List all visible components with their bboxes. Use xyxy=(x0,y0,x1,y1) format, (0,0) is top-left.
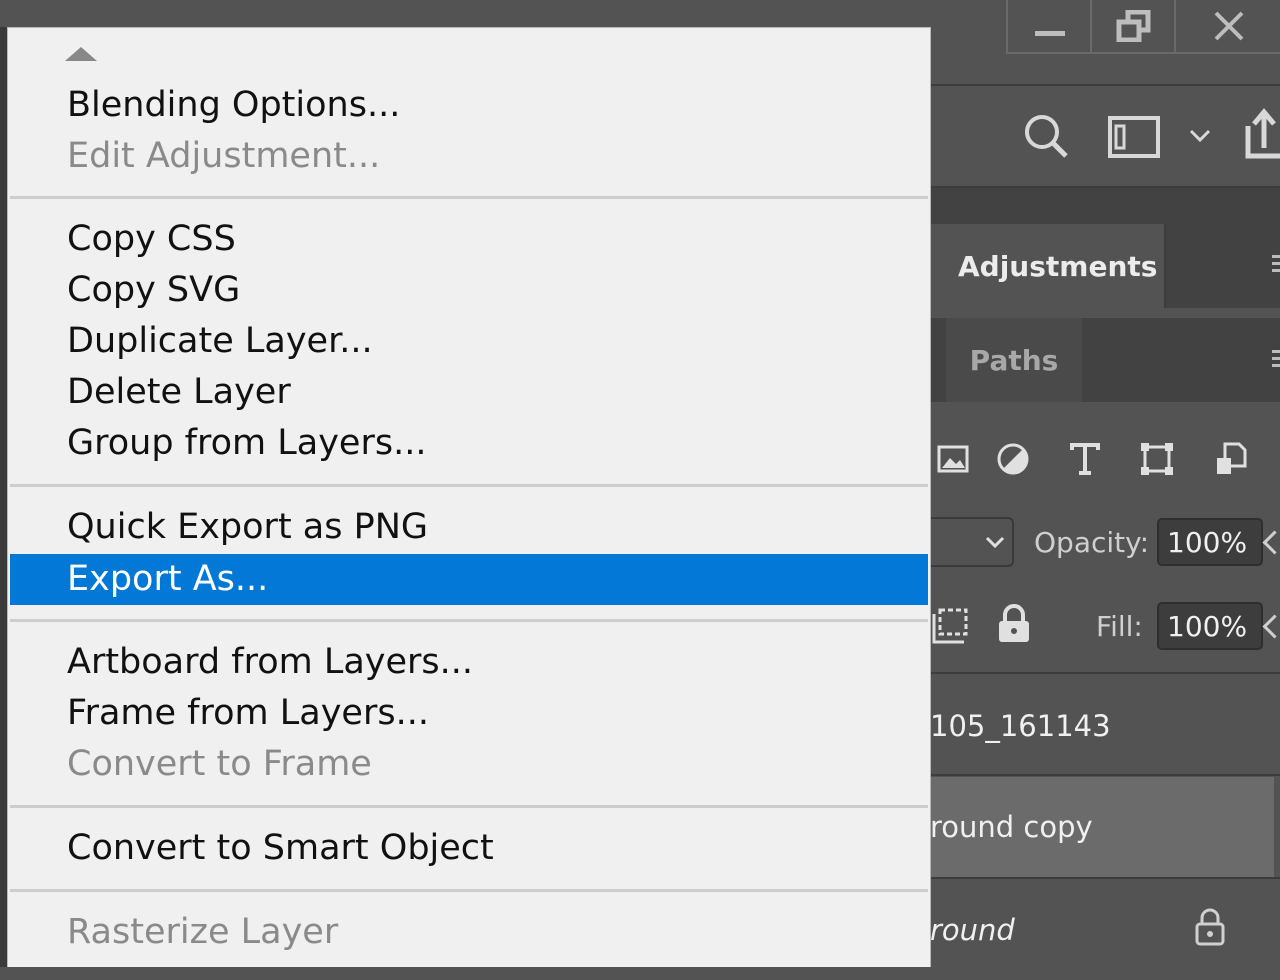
layer-row-selected[interactable]: round copy xyxy=(930,777,1274,877)
opacity-label: Opacity: xyxy=(1034,526,1150,559)
layer-lock-icon xyxy=(1195,908,1225,946)
layer-name: round xyxy=(930,913,1015,947)
layer-row[interactable]: 105_161143 xyxy=(930,676,1280,776)
chevron-down-icon xyxy=(985,536,1005,549)
scroll-up-arrow-icon[interactable] xyxy=(65,47,97,61)
type-filter-icon xyxy=(1070,443,1100,475)
menu-separator xyxy=(10,196,928,199)
close-window-button[interactable] xyxy=(1174,0,1280,54)
opacity-input[interactable]: 100% xyxy=(1157,518,1263,566)
divider xyxy=(930,877,1280,879)
layer-row[interactable]: round xyxy=(930,880,1280,980)
smart-object-filter-button[interactable] xyxy=(1208,436,1254,482)
menu-item-rasterize-layer: Rasterize Layer xyxy=(67,912,339,952)
menu-item-duplicate-layer[interactable]: Duplicate Layer... xyxy=(10,316,928,367)
options-bar xyxy=(930,86,1280,188)
adjustment-filter-button[interactable] xyxy=(990,436,1036,482)
menu-item-frame-from-layers[interactable]: Frame from Layers... xyxy=(10,688,928,739)
tab-bar-spacer xyxy=(1164,224,1280,308)
layer-context-menu: Blending Options... Edit Adjustment... C… xyxy=(7,27,931,967)
minimize-icon xyxy=(1035,30,1065,36)
tab-paths[interactable]: Paths xyxy=(946,318,1082,402)
workspace-icon[interactable] xyxy=(1108,116,1160,158)
menu-item-quick-export-png[interactable]: Quick Export as PNG xyxy=(10,502,928,553)
menu-item-edit-adjustment: Edit Adjustment... xyxy=(67,136,381,176)
layer-name: 105_161143 xyxy=(930,709,1111,743)
lock-artboard-icon[interactable] xyxy=(932,606,972,646)
restore-button[interactable] xyxy=(1090,0,1176,54)
menu-item-artboard-from-layers[interactable]: Artboard from Layers... xyxy=(10,637,928,688)
shape-filter-icon xyxy=(1141,443,1173,475)
layer-name: round copy xyxy=(930,810,1093,844)
fill-label: Fill: xyxy=(1096,610,1143,643)
menu-item-group-from-layers[interactable]: Group from Layers... xyxy=(10,418,928,469)
restore-icon xyxy=(1116,10,1151,42)
menu-item-convert-to-smart-object[interactable]: Convert to Smart Object xyxy=(10,823,928,874)
type-filter-button[interactable] xyxy=(1062,436,1108,482)
fill-input[interactable]: 100% xyxy=(1157,602,1263,650)
menu-item-convert-to-frame: Convert to Frame xyxy=(67,744,372,784)
search-icon[interactable] xyxy=(1022,112,1070,160)
panel-menu-icon[interactable] xyxy=(1272,255,1280,276)
smart-object-filter-icon xyxy=(1217,442,1247,474)
panel-menu-icon[interactable] xyxy=(1272,350,1280,371)
menu-item-blending-options[interactable]: Blending Options... xyxy=(10,80,928,131)
image-filter-icon xyxy=(937,445,969,473)
tab-adjustments[interactable]: Adjustments xyxy=(930,224,1164,308)
menu-item-copy-css[interactable]: Copy CSS xyxy=(10,214,928,265)
divider xyxy=(930,774,1280,776)
divider xyxy=(930,672,1280,674)
shape-filter-button[interactable] xyxy=(1134,436,1180,482)
chevron-down-icon[interactable] xyxy=(1188,128,1212,144)
image-filter-button[interactable] xyxy=(930,436,976,482)
canvas-edge xyxy=(0,27,7,967)
lock-icon[interactable] xyxy=(996,604,1032,644)
adjustment-filter-icon xyxy=(997,443,1029,475)
menu-item-copy-svg[interactable]: Copy SVG xyxy=(10,265,928,316)
menu-separator xyxy=(10,889,928,892)
menu-separator xyxy=(10,805,928,808)
share-icon[interactable] xyxy=(1244,108,1280,160)
menu-item-export-as[interactable]: Export As... xyxy=(10,554,928,605)
panel-strip xyxy=(930,188,1280,224)
menu-item-delete-layer[interactable]: Delete Layer xyxy=(10,367,928,418)
menu-separator xyxy=(10,484,928,487)
close-icon xyxy=(1214,11,1244,41)
minimize-button[interactable] xyxy=(1006,0,1092,54)
menu-separator xyxy=(10,619,928,622)
blend-mode-dropdown[interactable] xyxy=(930,517,1014,567)
